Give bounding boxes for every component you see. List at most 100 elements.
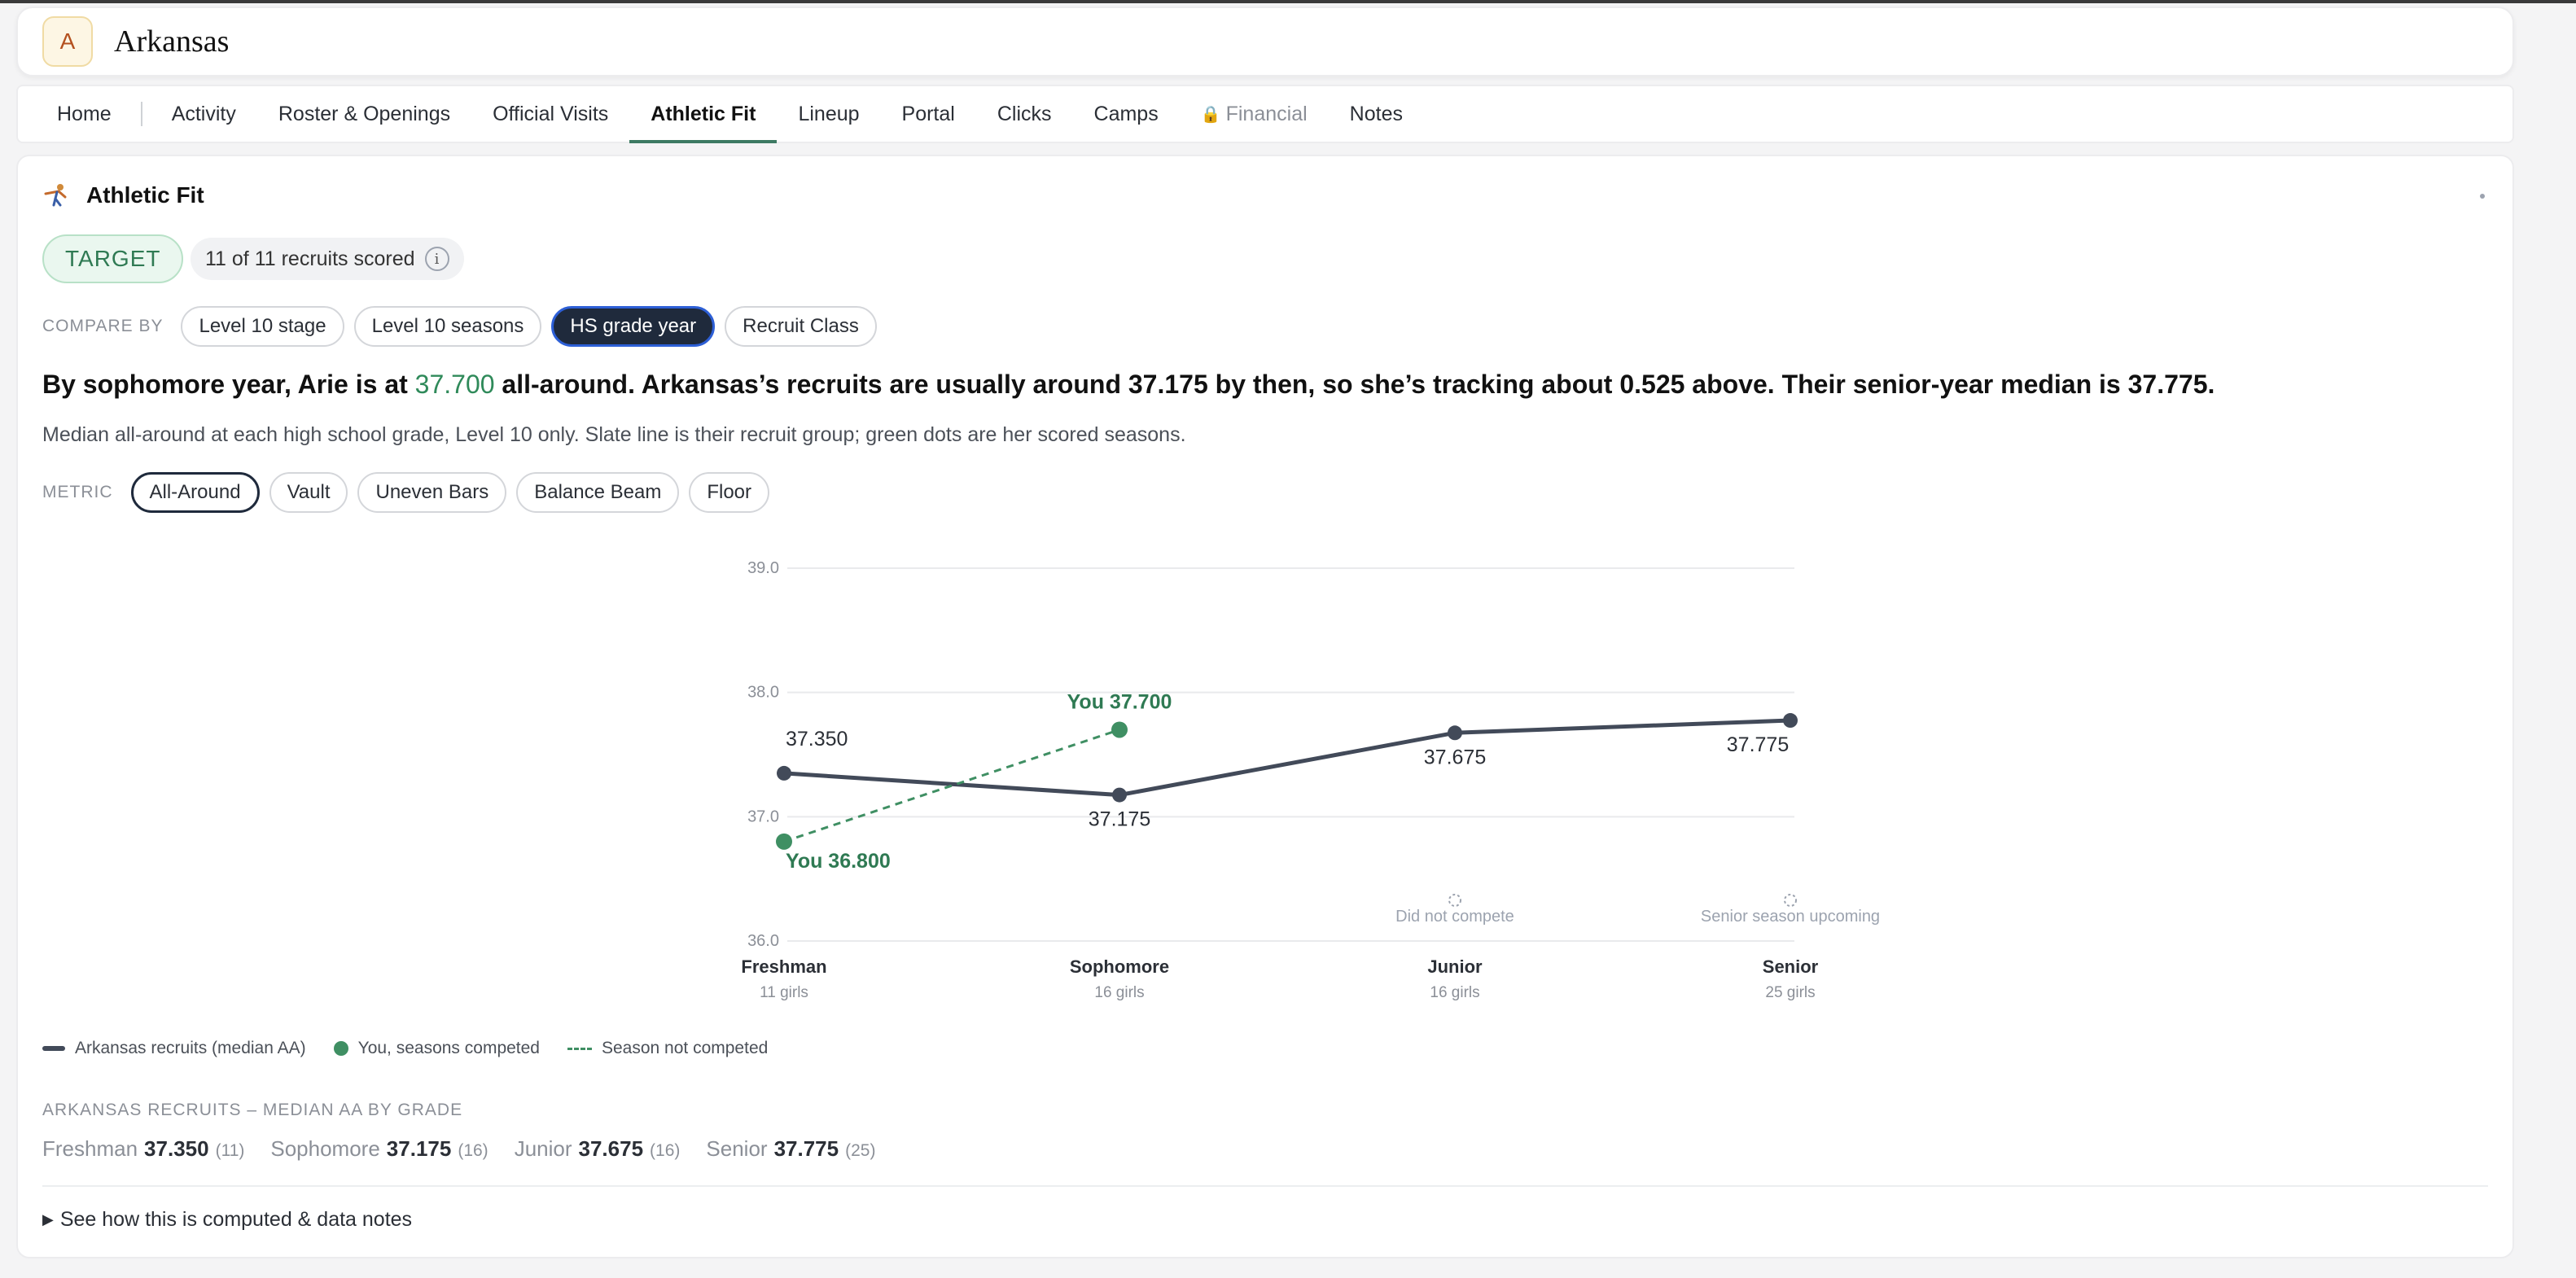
you-point [776, 833, 792, 850]
x-category-count: 16 girls [1430, 984, 1479, 1001]
tab-notes[interactable]: Notes [1329, 86, 1424, 142]
window-top-border [0, 0, 2576, 3]
summary-grade: Sophomore [270, 1136, 380, 1161]
summary-row: Freshman 37.350 (11) Sophomore 37.175 (1… [42, 1136, 901, 1162]
summary-value: 37.175 [386, 1136, 452, 1161]
summary-value: 37.350 [144, 1136, 209, 1161]
legend-recruits: Arkansas recruits (median AA) [42, 1039, 306, 1058]
recruits-data-label: 37.350 [786, 728, 848, 751]
metric-all-around-chip[interactable]: All-Around [130, 472, 260, 513]
tab-activity[interactable]: Activity [151, 86, 257, 142]
compare-hs-grade-year-chip[interactable]: HS grade year [551, 306, 716, 347]
summary-count: (16) [458, 1141, 488, 1160]
summary-value: 37.675 [578, 1136, 644, 1161]
section-divider [42, 1185, 2488, 1187]
legend-recruits-label: Arkansas recruits (median AA) [75, 1039, 306, 1057]
target-badge: TARGET [42, 234, 184, 283]
tab-financial[interactable]: 🔒 Financial [1180, 86, 1329, 142]
summary-count: (16) [650, 1141, 681, 1160]
summary-grade: Freshman [42, 1136, 138, 1161]
metric-label: METRIC [42, 483, 113, 501]
tab-divider [140, 102, 142, 126]
card-menu-dot[interactable] [2480, 194, 2485, 199]
y-tick-label: 36.0 [747, 932, 779, 950]
you-data-label: You 37.700 [1067, 690, 1172, 713]
computation-notes-label: See how this is computed & data notes [59, 1208, 413, 1231]
tab-home[interactable]: Home [36, 86, 133, 142]
tab-clicks[interactable]: Clicks [976, 86, 1073, 142]
recruits-point [777, 765, 791, 781]
recruits-point [1112, 787, 1127, 803]
recruits-data-label: 37.175 [1089, 808, 1150, 831]
compare-by-row: COMPARE BY Level 10 stage Level 10 seaso… [42, 306, 877, 347]
metric-floor-chip[interactable]: Floor [689, 472, 770, 513]
x-category-label: Sophomore [1070, 956, 1169, 977]
recruits-data-label: 37.775 [1727, 733, 1789, 756]
y-tick-label: 37.0 [747, 808, 779, 825]
compare-level10-seasons-chip[interactable]: Level 10 seasons [353, 306, 542, 347]
metric-uneven-bars-chip[interactable]: Uneven Bars [357, 472, 507, 513]
scored-count-pill: 11 of 11 recruits scored i [191, 238, 464, 280]
tab-athletic-fit[interactable]: Athletic Fit [629, 86, 778, 143]
recruits-point [1783, 713, 1798, 729]
summary-value: 37.775 [773, 1136, 839, 1161]
legend-dash-swatch [567, 1047, 592, 1050]
x-category-count: 16 girls [1094, 984, 1144, 1001]
compare-recruit-class-chip[interactable]: Recruit Class [725, 306, 877, 347]
tab-roster-openings[interactable]: Roster & Openings [257, 86, 471, 142]
recruits-data-label: 37.675 [1424, 746, 1486, 768]
legend-line-swatch [42, 1046, 65, 1051]
section-header: Athletic Fit [42, 181, 204, 210]
gymnast-icon [44, 184, 67, 207]
headline-text-start: By sophomore year, Arie is at [42, 370, 415, 399]
summary-item: Freshman 37.350 (11) [42, 1136, 244, 1162]
x-category-count: 11 girls [760, 984, 808, 1001]
x-category-label: Junior [1427, 956, 1483, 977]
summary-grade: Junior [514, 1136, 572, 1161]
tab-portal[interactable]: Portal [881, 86, 976, 142]
info-icon[interactable]: i [424, 247, 449, 271]
y-tick-label: 39.0 [747, 559, 779, 577]
athletic-fit-chart: 36.0 37.0 38.0 39.0 Freshman 11 girls Sophomor… [741, 559, 1880, 1001]
athletic-fit-card: Athletic Fit TARGET 11 of 11 recruits sc… [16, 155, 2514, 1258]
school-name: Arkansas [114, 24, 230, 59]
tab-camps[interactable]: Camps [1073, 86, 1180, 142]
not-competed-annotation: Senior season upcoming [1701, 908, 1880, 926]
metric-vault-chip[interactable]: Vault [269, 472, 348, 513]
tab-lineup[interactable]: Lineup [777, 86, 880, 142]
legend-you: You, seasons competed [333, 1039, 540, 1058]
headline-score: 37.700 [414, 370, 495, 399]
tab-financial-label: Financial [1225, 102, 1308, 125]
summary-count: (11) [215, 1141, 245, 1160]
school-avatar: A [42, 16, 93, 67]
computation-notes-toggle[interactable]: ▶ See how this is computed & data notes [42, 1208, 412, 1232]
you-data-label: You 36.800 [786, 850, 891, 873]
tab-official-visits[interactable]: Official Visits [471, 86, 629, 142]
summary-item: Sophomore 37.175 (16) [270, 1136, 488, 1162]
metric-balance-beam-chip[interactable]: Balance Beam [516, 472, 680, 513]
not-competed-annotation: Did not compete [1395, 908, 1514, 926]
not-competed-marker [1784, 894, 1797, 907]
scored-count-text: 11 of 11 recruits scored [205, 247, 415, 270]
x-category-label: Freshman [741, 956, 826, 977]
compare-by-label: COMPARE BY [42, 317, 164, 335]
school-header: A Arkansas [16, 7, 2514, 77]
summary-grade: Senior [706, 1136, 768, 1161]
x-category-count: 25 girls [1765, 984, 1815, 1001]
compare-level10-stage-chip[interactable]: Level 10 stage [181, 306, 344, 347]
metric-row: METRIC All-Around Vault Uneven Bars Bala… [42, 472, 770, 513]
legend-dot-swatch [333, 1041, 348, 1056]
lock-icon: 🔒 [1200, 105, 1221, 124]
disclosure-triangle-icon: ▶ [42, 1211, 54, 1228]
headline-text-end: all-around. Arkansas’s recruits are usua… [494, 370, 2215, 399]
summary-item: Senior 37.775 (25) [706, 1136, 875, 1162]
headline-summary: By sophomore year, Arie is at 37.700 all… [42, 370, 2485, 400]
you-point [1111, 721, 1128, 738]
summary-count: (25) [845, 1141, 876, 1160]
x-category-label: Senior [1763, 956, 1819, 977]
y-tick-label: 38.0 [747, 684, 779, 702]
legend-not-competed-label: Season not competed [602, 1039, 769, 1057]
chart-legend: Arkansas recruits (median AA) You, seaso… [42, 1039, 795, 1058]
chart-description: Median all-around at each high school gr… [42, 423, 1186, 446]
summary-title: ARKANSAS RECRUITS – MEDIAN AA BY GRADE [42, 1101, 463, 1119]
